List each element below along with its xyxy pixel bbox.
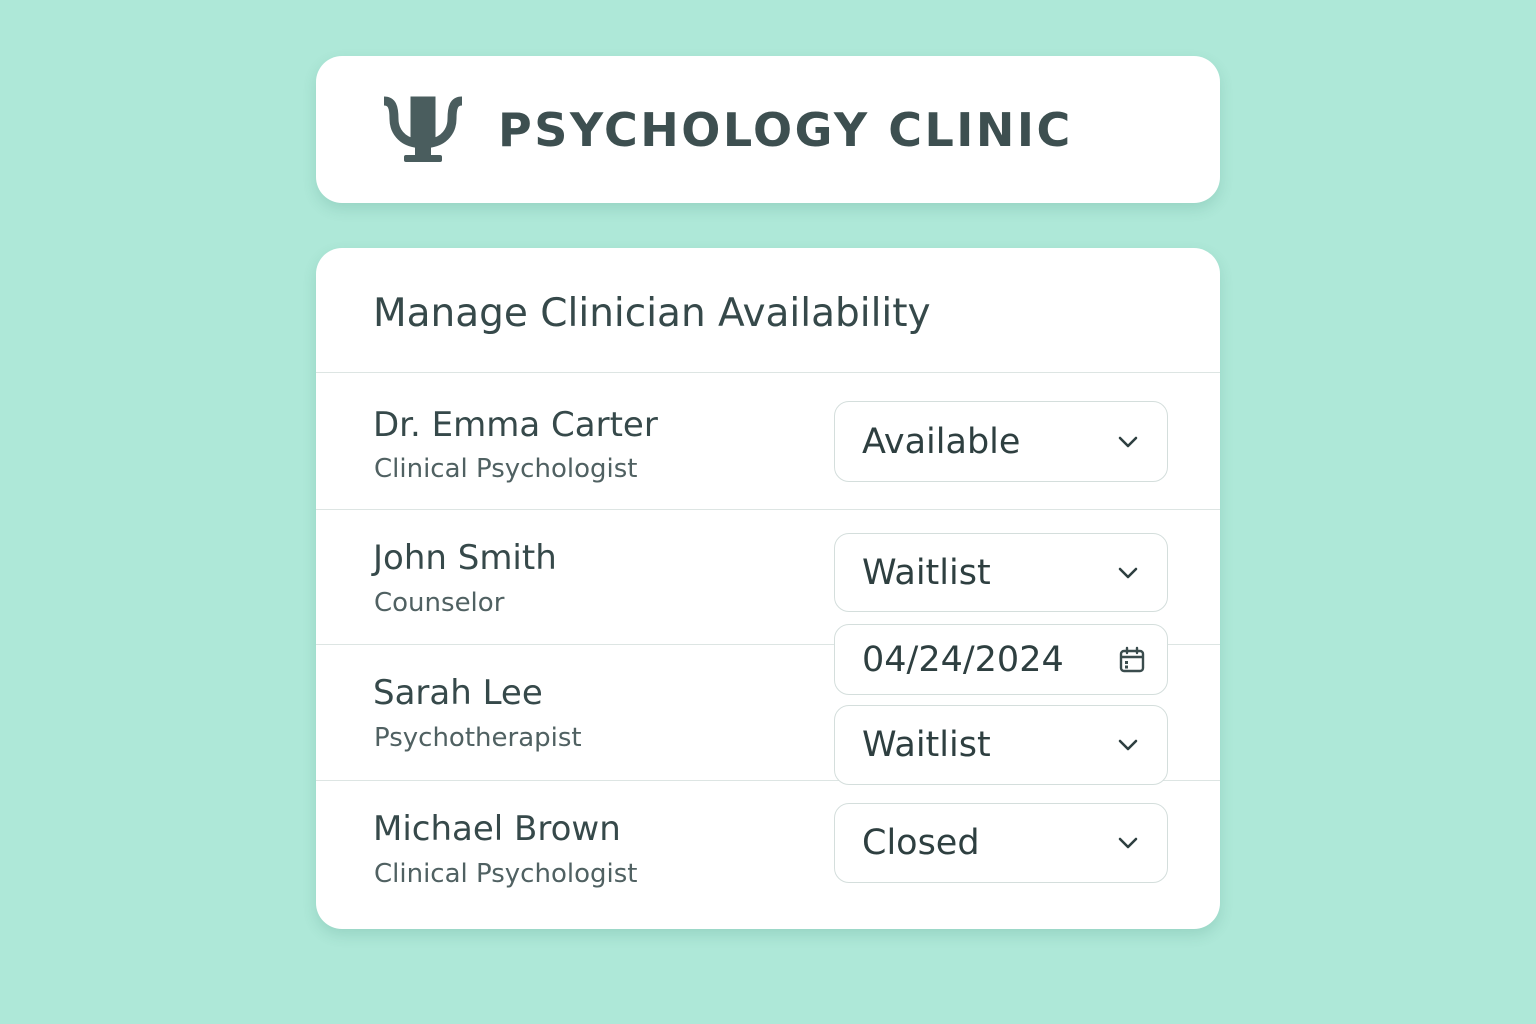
chevron-down-icon: [1118, 567, 1138, 578]
clinician-role: Clinical Psychologist: [374, 859, 638, 889]
clinic-name: PSYCHOLOGY CLINIC: [498, 103, 1073, 157]
date-input[interactable]: 04/24/2024: [834, 624, 1168, 695]
clinician-role: Psychotherapist: [374, 723, 582, 753]
psi-icon: [383, 96, 463, 162]
status-select[interactable]: Closed: [834, 803, 1168, 883]
divider: [316, 509, 1220, 510]
status-select[interactable]: Waitlist: [834, 705, 1168, 785]
chevron-down-icon: [1118, 837, 1138, 849]
status-select-value: Waitlist: [862, 552, 991, 593]
date-input-value: 04/24/2024: [862, 639, 1064, 680]
status-select-value: Closed: [862, 823, 980, 863]
status-select-value: Waitlist: [862, 725, 991, 765]
clinician-name: Dr. Emma Carter: [373, 405, 658, 445]
status-select[interactable]: Available: [834, 401, 1168, 482]
clinician-name: Sarah Lee: [373, 673, 543, 713]
status-select[interactable]: Waitlist: [834, 533, 1168, 612]
clinician-name: Michael Brown: [373, 809, 621, 849]
calendar-icon[interactable]: [1119, 646, 1145, 674]
clinician-role: Counselor: [374, 588, 505, 618]
status-select-value: Available: [862, 421, 1021, 462]
clinician-role: Clinical Psychologist: [374, 454, 638, 484]
chevron-down-icon: [1118, 739, 1138, 751]
divider: [316, 372, 1220, 373]
panel-title: Manage Clinician Availability: [373, 291, 931, 336]
clinician-name: John Smith: [373, 538, 557, 578]
chevron-down-icon: [1118, 436, 1138, 447]
